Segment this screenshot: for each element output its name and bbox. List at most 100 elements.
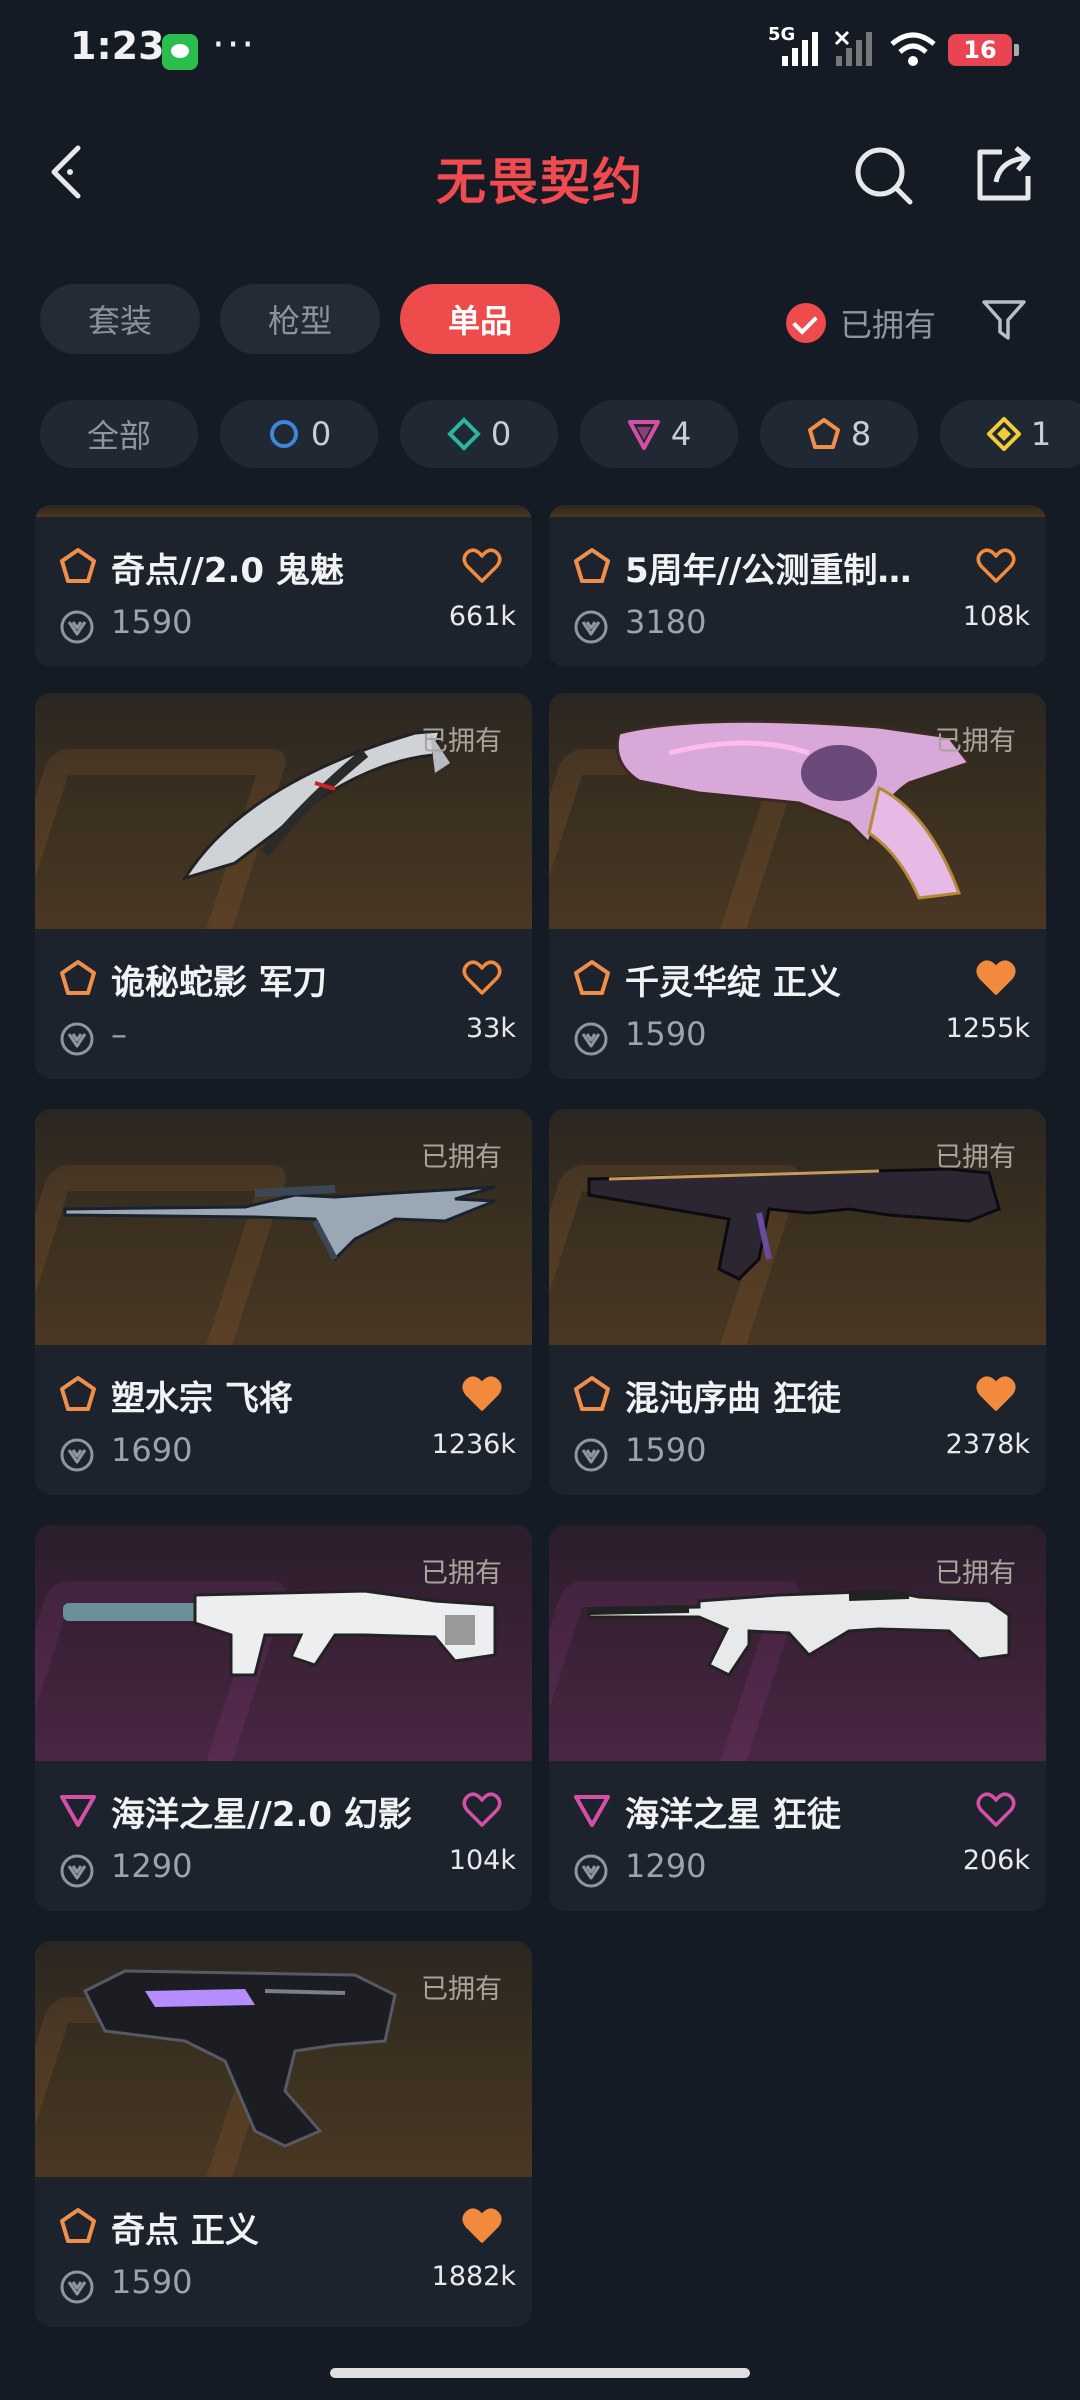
item-price: 1690 [111,1431,193,1469]
page-title: 无畏契约 [436,153,644,211]
battery-indicator: 16 [948,34,1019,66]
item-name: 混沌序曲 狂徒 [625,1379,841,1419]
app-screen: 1:23 ··· 5G 16 无畏契约 套装 枪型 单品 已拥有 全部 0 0 … [0,0,1080,2400]
tab-single-items[interactable]: 单品 [400,284,561,354]
search-icon[interactable] [852,144,916,208]
item-info: 混沌序曲 狂徒 1590 2378k [549,1345,1046,1495]
wifi-icon [890,32,936,66]
item-info: 奇点//2.0 鬼魅 1590 661k [35,517,532,667]
like-heart-icon[interactable] [462,547,502,585]
item-card[interactable]: 已拥有 奇点 正义 1590 1882k [35,1941,532,2327]
item-info: 5周年//公测重制… 3180 108k [549,517,1046,667]
item-image: 已拥有 [549,1109,1046,1345]
filter-icon[interactable] [980,296,1028,344]
item-card[interactable]: 5周年//公测重制… 3180 108k [549,505,1046,667]
item-info: 塑水宗 飞将 1690 1236k [35,1345,532,1495]
rarity-filter-bar: 全部 0 0 4 8 1 [40,400,1080,468]
like-heart-icon[interactable] [462,959,502,997]
like-heart-icon[interactable] [976,1791,1016,1829]
item-card[interactable]: 奇点//2.0 鬼魅 1590 661k [35,505,532,667]
like-count: 1882k [431,2261,516,2292]
item-image: 已拥有 [549,1525,1046,1761]
select-tier-icon [269,420,298,448]
item-name: 5周年//公测重制… [625,551,912,591]
rarity-count: 4 [670,415,692,453]
tab-bundles[interactable]: 套装 [40,284,201,354]
item-price: 1590 [625,1015,707,1053]
like-heart-icon[interactable] [976,1375,1016,1413]
item-image: 已拥有 [35,693,532,929]
item-price: 1590 [625,1431,707,1469]
exclusive-tier-icon [574,548,610,583]
item-card[interactable]: 已拥有 海洋之星 狂徒 1290 206k [549,1525,1046,1911]
like-heart-icon[interactable] [462,2207,502,2245]
like-count: 661k [448,601,516,632]
premium-tier-icon [60,1795,96,1827]
item-image [549,505,1046,517]
owned-label: 已拥有 [935,1142,1016,1173]
exclusive-tier-icon [574,960,610,995]
tab-weapon-type[interactable]: 枪型 [220,284,381,354]
rarity-chip-all[interactable]: 全部 [40,400,198,468]
category-tabs: 套装 枪型 单品 [40,284,561,354]
valorant-points-icon [60,1022,94,1056]
signal-2-icon [834,30,872,66]
item-name: 奇点//2.0 鬼魅 [111,551,344,591]
valorant-points-icon [60,610,94,644]
rarity-count: 0 [490,415,512,453]
owned-label: 已拥有 [421,1974,502,2005]
valorant-points-icon [60,1438,94,1472]
item-price: – [111,1015,127,1053]
check-icon [786,303,826,343]
share-icon[interactable] [972,142,1036,206]
owned-filter-toggle[interactable]: 已拥有 [786,300,936,346]
rarity-chip-select[interactable]: 0 [220,400,378,468]
valorant-points-icon [574,1438,608,1472]
status-bar: 1:23 ··· 5G 16 [0,0,1080,100]
item-card[interactable]: 已拥有诡秘蛇影 军刀 – 33k [35,693,532,1079]
owned-filter-label: 已拥有 [840,306,937,344]
owned-label: 已拥有 [421,726,502,757]
owned-label: 已拥有 [935,1558,1016,1589]
item-info: 海洋之星 狂徒 1290 206k [549,1761,1046,1911]
like-count: 1236k [431,1429,516,1460]
item-name: 诡秘蛇影 军刀 [111,963,327,1003]
like-heart-icon[interactable] [462,1375,502,1413]
like-heart-icon[interactable] [976,959,1016,997]
rarity-chip-deluxe[interactable]: 0 [400,400,558,468]
exclusive-tier-icon [60,548,96,583]
item-price: 1290 [625,1847,707,1885]
exclusive-tier-icon [60,1376,96,1411]
item-card[interactable]: 已拥有 塑水宗 飞将 1690 1236k [35,1109,532,1495]
like-heart-icon[interactable] [976,547,1016,585]
item-name: 千灵华绽 正义 [625,963,841,1003]
signal-icon [782,32,818,66]
rarity-chip-ultra[interactable]: 1 [940,400,1080,468]
exclusive-tier-icon [60,960,96,995]
like-count: 33k [466,1013,516,1044]
item-info: 海洋之星//2.0 幻影 1290 104k [35,1761,532,1911]
item-card[interactable]: 已拥有 千灵华绽 正义 1590 1255k [549,693,1046,1079]
valorant-points-icon [574,1022,608,1056]
item-info: 千灵华绽 正义 1590 1255k [549,929,1046,1079]
rarity-count: 8 [850,415,872,453]
premium-tier-icon [627,420,660,450]
owned-label: 已拥有 [421,1142,502,1173]
home-indicator[interactable] [330,2368,750,2378]
item-card[interactable]: 已拥有 海洋之星//2.0 幻影 1290 104k [35,1525,532,1911]
item-image: 已拥有 [35,1525,532,1761]
rarity-chip-exclusive[interactable]: 8 [760,400,918,468]
rarity-chip-premium[interactable]: 4 [580,400,738,468]
ultra-tier-icon [986,417,1021,451]
item-price: 3180 [625,603,707,641]
like-count: 206k [962,1845,1030,1876]
header: 无畏契约 [0,120,1080,230]
item-card[interactable]: 已拥有 混沌序曲 狂徒 1590 2378k [549,1109,1046,1495]
rarity-count: 1 [1030,415,1052,453]
valorant-points-icon [574,610,608,644]
wechat-notification-icon [162,34,198,70]
like-count: 108k [962,601,1030,632]
owned-label: 已拥有 [935,726,1016,757]
like-heart-icon[interactable] [462,1791,502,1829]
premium-tier-icon [574,1795,610,1827]
